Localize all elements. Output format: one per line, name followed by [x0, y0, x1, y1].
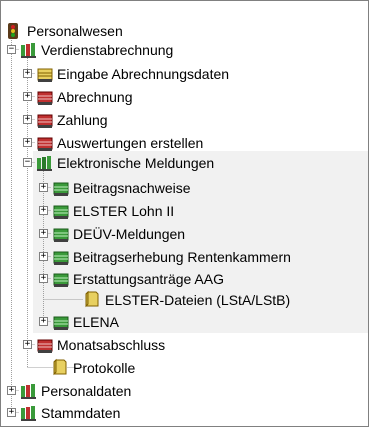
- node-label: ELENA: [73, 314, 119, 330]
- tree-node-elena[interactable]: + ELENA: [1, 311, 121, 333]
- node-label: Monatsabschluss: [57, 337, 166, 353]
- tree-view[interactable]: Personalwesen − Verdienstabrechnung + Ei…: [0, 0, 369, 427]
- node-label: Beitragserhebung Rentenkammern: [73, 249, 291, 265]
- node-label: Zahlung: [57, 112, 108, 128]
- green-table-icon: [53, 316, 69, 330]
- node-label: Abrechnung: [57, 89, 133, 105]
- expand-toggle[interactable]: +: [39, 274, 48, 283]
- expand-toggle[interactable]: +: [23, 92, 32, 101]
- node-label: Personaldaten: [41, 383, 132, 399]
- node-label: Beitragsnachweise: [73, 180, 191, 196]
- green-table-icon: [53, 205, 69, 219]
- expand-toggle[interactable]: +: [23, 69, 32, 78]
- node-label: Protokolle: [73, 360, 136, 376]
- node-label: Verdienstabrechnung: [41, 42, 174, 58]
- expand-toggle[interactable]: +: [39, 206, 48, 215]
- green-red-group-icon: [21, 384, 36, 399]
- expand-toggle[interactable]: +: [39, 229, 48, 238]
- tree-node-personaldaten[interactable]: + Personaldaten: [1, 380, 133, 402]
- red-table-icon: [37, 114, 53, 128]
- yellow-document-icon: [53, 358, 67, 376]
- expand-toggle[interactable]: +: [39, 183, 48, 192]
- green-table-icon: [53, 182, 69, 196]
- tree-node-eingabe-abrechnungsdaten[interactable]: + Eingabe Abrechnungsdaten: [1, 63, 231, 85]
- node-label: DEÜV-Meldungen: [73, 226, 186, 242]
- expand-toggle[interactable]: +: [23, 340, 32, 349]
- collapse-toggle[interactable]: −: [23, 158, 32, 167]
- node-label: Erstattungsanträge AAG: [73, 271, 224, 287]
- green-table-icon: [53, 228, 69, 242]
- tree-node-monatsabschluss[interactable]: + Monatsabschluss: [1, 334, 167, 356]
- tree-node-protokolle[interactable]: Protokolle: [1, 357, 137, 379]
- node-label: ELSTER Lohn II: [73, 203, 175, 219]
- red-table-icon: [37, 339, 53, 353]
- red-table-icon: [37, 137, 53, 151]
- traffic-light-icon: [8, 23, 18, 39]
- tree-node-verdienstabrechnung[interactable]: − Verdienstabrechnung: [1, 39, 175, 61]
- expand-toggle[interactable]: +: [23, 138, 32, 147]
- node-label: Elektronische Meldungen: [57, 155, 215, 171]
- node-label: Stammdaten: [41, 405, 121, 421]
- green-table-icon: [53, 251, 69, 265]
- tree-node-elster-lohn-ii[interactable]: + ELSTER Lohn II: [1, 200, 176, 222]
- node-label: Personalwesen: [27, 23, 123, 39]
- tree-node-zahlung[interactable]: + Zahlung: [1, 109, 110, 131]
- tree-node-beitragserhebung-rentenkammern[interactable]: + Beitragserhebung Rentenkammern: [1, 246, 293, 268]
- tree-node-beitragsnachweise[interactable]: + Beitragsnachweise: [1, 177, 193, 199]
- green-group-icon: [37, 156, 52, 171]
- expand-toggle[interactable]: +: [7, 386, 16, 395]
- node-label: ELSTER-Dateien (LStA/LStB): [105, 292, 291, 308]
- tree-node-deuev-meldungen[interactable]: + DEÜV-Meldungen: [1, 223, 187, 245]
- tree-node-elektronische-meldungen[interactable]: − Elektronische Meldungen: [1, 152, 216, 174]
- collapse-toggle[interactable]: −: [7, 45, 16, 54]
- green-table-icon: [53, 273, 69, 287]
- green-red-group-icon: [21, 43, 36, 58]
- tree-node-elster-dateien[interactable]: ELSTER-Dateien (LStA/LStB): [1, 289, 292, 311]
- yellow-table-icon: [37, 68, 53, 82]
- expand-toggle[interactable]: +: [23, 115, 32, 124]
- red-table-icon: [37, 91, 53, 105]
- node-label: Eingabe Abrechnungsdaten: [57, 66, 230, 82]
- tree-node-erstattungsantraege-aag[interactable]: + Erstattungsanträge AAG: [1, 268, 226, 290]
- expand-toggle[interactable]: +: [39, 252, 48, 261]
- node-label: Auswertungen erstellen: [57, 135, 204, 151]
- tree-node-auswertungen-erstellen[interactable]: + Auswertungen erstellen: [1, 132, 205, 154]
- yellow-document-icon: [85, 290, 99, 308]
- tree-node-stammdaten[interactable]: + Stammdaten: [1, 402, 122, 424]
- expand-toggle[interactable]: +: [7, 408, 16, 417]
- expand-toggle[interactable]: +: [39, 317, 48, 326]
- green-red-group-icon: [21, 406, 36, 421]
- tree-node-abrechnung[interactable]: + Abrechnung: [1, 86, 135, 108]
